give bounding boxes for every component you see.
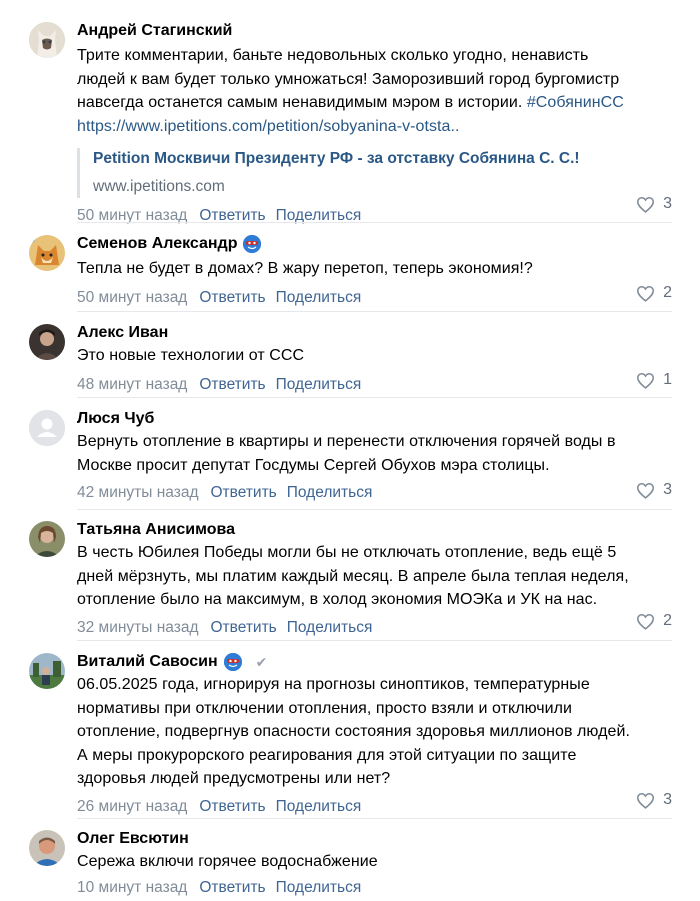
avatar[interactable] (29, 324, 65, 360)
comment-text: 06.05.2025 года, игнорируя на прогнозы с… (77, 676, 630, 787)
like-button[interactable]: 3 (636, 195, 672, 213)
like-count: 1 (663, 371, 672, 388)
author-name[interactable]: Виталий Савосин (77, 651, 218, 673)
snippet-title[interactable]: Petition Москвичи Президенту РФ - за отс… (93, 148, 672, 170)
comment-time[interactable]: 10 минут назад (77, 879, 187, 897)
like-count: 2 (663, 612, 672, 629)
avatar[interactable] (29, 235, 65, 271)
like-count: 3 (663, 791, 672, 808)
author-name[interactable]: Андрей Стагинский (77, 20, 232, 42)
divider (77, 311, 672, 312)
comment-text: Это новые технологии от ССС (77, 347, 305, 364)
heart-icon (637, 372, 655, 389)
verified-check-icon: ✔ (255, 653, 268, 670)
like-count: 3 (663, 195, 672, 212)
share-button[interactable]: Поделиться (276, 798, 362, 816)
snippet-domain: www.ipetitions.com (93, 178, 225, 195)
comment-text: Вернуть отопление в квартиры и перенести… (77, 433, 616, 474)
divider (77, 640, 672, 641)
divider (77, 222, 672, 223)
link-snippet[interactable]: Petition Москвичи Президенту РФ - за отс… (77, 148, 672, 198)
user-photo-avatar-icon (29, 324, 65, 360)
like-button[interactable]: 3 (636, 791, 672, 809)
comment-text: В честь Юбилея Победы могли бы не отключ… (77, 544, 629, 608)
like-button[interactable]: 2 (636, 284, 672, 302)
like-count: 3 (663, 481, 672, 498)
comment-time[interactable]: 32 минуты назад (77, 619, 199, 637)
share-button[interactable]: Поделиться (276, 879, 362, 897)
author-name[interactable]: Семенов Александр (77, 233, 237, 255)
comment-text: Сережа включи горячее водоснабжение (77, 853, 378, 870)
share-button[interactable]: Поделиться (276, 289, 362, 307)
avatar[interactable] (29, 653, 65, 689)
author-name[interactable]: Олег Евсютин (77, 828, 189, 850)
reply-button[interactable]: Ответить (211, 484, 277, 502)
heart-icon (637, 196, 655, 213)
petition-link[interactable]: https://www.ipetitions.com/petition/soby… (77, 118, 459, 135)
reply-button[interactable]: Ответить (199, 798, 265, 816)
heart-icon (637, 482, 655, 499)
share-button[interactable]: Поделиться (276, 376, 362, 394)
divider (77, 397, 672, 398)
author-name[interactable]: Татьяна Анисимова (77, 519, 235, 541)
like-button[interactable]: 1 (636, 371, 672, 389)
cat-avatar-icon (29, 22, 65, 58)
reply-button[interactable]: Ответить (211, 619, 277, 637)
heart-icon (637, 792, 655, 809)
share-button[interactable]: Поделиться (287, 619, 373, 637)
divider (77, 818, 672, 819)
comment-time[interactable]: 42 минуты назад (77, 484, 199, 502)
user-photo-avatar-icon (29, 653, 65, 689)
comment-time[interactable]: 26 минут назад (77, 798, 187, 816)
share-button[interactable]: Поделиться (287, 484, 373, 502)
avatar[interactable] (29, 410, 65, 446)
avatar[interactable] (29, 830, 65, 866)
like-count: 2 (663, 284, 672, 301)
heart-icon (637, 613, 655, 630)
comments-feed: Андрей Стагинский Трите комментарии, бан… (0, 0, 700, 901)
user-photo-avatar-icon (29, 830, 65, 866)
reply-button[interactable]: Ответить (199, 376, 265, 394)
hashtag-link[interactable]: #СобянинСС (527, 94, 624, 111)
reply-button[interactable]: Ответить (199, 879, 265, 897)
comment-text: Тепла не будет в домах? В жару перетоп, … (77, 260, 533, 277)
author-name[interactable]: Алекс Иван (77, 322, 168, 344)
comment-time[interactable]: 50 минут назад (77, 289, 187, 307)
superhero-badge-icon (223, 653, 242, 671)
superhero-badge-icon (243, 235, 262, 253)
user-photo-avatar-icon (29, 521, 65, 557)
like-button[interactable]: 3 (636, 481, 672, 499)
comment-text: Трите комментарии, баньте недовольных ск… (77, 47, 624, 135)
avatar[interactable] (29, 22, 65, 58)
comment-time[interactable]: 48 минут назад (77, 376, 187, 394)
divider (77, 509, 672, 510)
default-user-icon (29, 410, 65, 446)
cartoon-fox-avatar-icon (29, 235, 65, 271)
like-button[interactable]: 2 (636, 612, 672, 630)
avatar[interactable] (29, 521, 65, 557)
author-name[interactable]: Люся Чуб (77, 408, 154, 430)
reply-button[interactable]: Ответить (199, 289, 265, 307)
heart-icon (637, 285, 655, 302)
